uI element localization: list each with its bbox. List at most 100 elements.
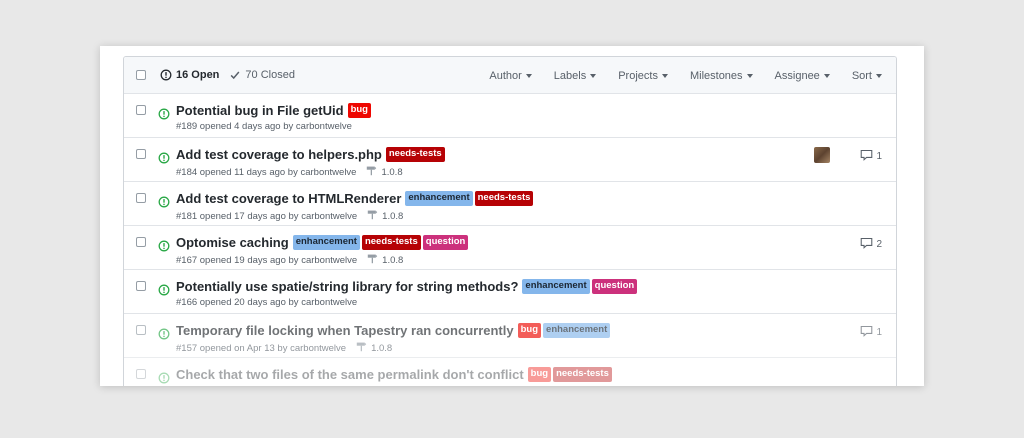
issue-meta: #167 opened 19 days ago by carbontwelve 1… xyxy=(176,253,403,267)
issue-milestone[interactable]: 1.0.8 xyxy=(367,209,403,223)
issue-meta-text: #181 opened 17 days ago by carbontwelve xyxy=(176,210,358,222)
label-bug[interactable]: bug xyxy=(527,367,552,382)
issue-checkbox[interactable] xyxy=(136,325,146,335)
issue-title-line: Optomise caching enhancement needs-tests qu… xyxy=(176,235,469,250)
closed-count-label: 70 Closed xyxy=(245,69,295,81)
issue-title-line: Check that two files of the same permali… xyxy=(176,367,612,382)
issue-title-link[interactable]: Temporary file locking when Tapestry ran… xyxy=(176,323,514,338)
issue-meta: #166 opened 20 days ago by carbontwelve xyxy=(176,297,357,308)
assignee-avatar[interactable] xyxy=(814,147,830,163)
issue-opened-icon xyxy=(160,69,172,81)
milestone-icon xyxy=(367,209,382,223)
label-needs-tests[interactable]: needs-tests xyxy=(553,367,612,382)
issue-meta-text: #166 opened 20 days ago by carbontwelve xyxy=(176,297,358,308)
issue-checkbox[interactable] xyxy=(136,149,146,159)
label-needs-tests[interactable]: needs-tests xyxy=(361,235,421,250)
open-issues-filter[interactable]: 16 Open xyxy=(160,69,219,81)
label-enhancement[interactable]: enhancement xyxy=(292,235,360,250)
issues-list: 16 Open 70 Closed Author Labels Projects… xyxy=(123,56,897,386)
issue-checkbox[interactable] xyxy=(136,237,146,247)
issue-row[interactable]: Potentially use spatie/string library fo… xyxy=(124,270,896,314)
milestone-label: 1.0.8 xyxy=(371,342,393,354)
issue-title-link[interactable]: Potentially use spatie/string library fo… xyxy=(176,279,518,294)
milestone-label: 1.0.8 xyxy=(382,210,404,222)
issue-rows: Potential bug in File getUid bug #189 open… xyxy=(124,94,896,386)
issue-title-link[interactable]: Optomise caching xyxy=(176,235,289,250)
issue-row[interactable]: Add test coverage to HTMLRenderer enhance… xyxy=(124,182,896,226)
filter-sort-label: Sort xyxy=(851,69,872,82)
issue-row[interactable]: Check that two files of the same permali… xyxy=(124,358,896,386)
issue-title-link[interactable]: Add test coverage to helpers.php xyxy=(176,147,382,162)
label-question[interactable]: question xyxy=(422,235,469,250)
select-all-checkbox[interactable] xyxy=(136,70,146,80)
label-bug[interactable]: bug xyxy=(517,323,542,338)
milestone-label: 1.0.8 xyxy=(381,166,403,178)
issue-title-line: Add test coverage to HTMLRenderer enhance… xyxy=(176,191,534,206)
caret-down-icon xyxy=(661,73,668,78)
filter-sort[interactable]: Sort xyxy=(852,70,882,82)
filter-menu: Author Labels Projects Milestones Assign… xyxy=(489,57,896,94)
filter-projects-label: Projects xyxy=(618,69,658,82)
comment-count: 1 xyxy=(876,151,882,162)
filter-projects[interactable]: Projects xyxy=(618,70,668,82)
comments-link[interactable]: 2 xyxy=(860,237,882,252)
issue-meta-text: #157 opened on Apr 13 by carbontwelve xyxy=(176,342,347,354)
comment-icon xyxy=(860,325,876,340)
issue-checkbox[interactable] xyxy=(136,369,146,379)
issue-row[interactable]: Add test coverage to helpers.php needs-te… xyxy=(124,138,896,182)
issue-checkbox[interactable] xyxy=(136,281,146,291)
issues-card: 16 Open 70 Closed Author Labels Projects… xyxy=(100,46,924,386)
filter-author[interactable]: Author xyxy=(489,69,532,82)
issue-opened-icon xyxy=(158,371,170,386)
issue-opened-icon xyxy=(158,151,170,169)
comments-link[interactable]: 1 xyxy=(860,325,882,340)
filter-milestones[interactable]: Milestones xyxy=(690,70,753,82)
issue-milestone[interactable]: 1.0.8 xyxy=(356,341,392,355)
issue-checkbox[interactable] xyxy=(136,193,146,203)
label-bug[interactable]: bug xyxy=(347,103,371,118)
filter-author-label: Author xyxy=(489,69,522,82)
label-question[interactable]: question xyxy=(591,279,638,294)
milestone-icon xyxy=(367,253,382,267)
caret-down-icon xyxy=(590,73,597,78)
issue-row[interactable]: Potential bug in File getUid bug #189 open… xyxy=(124,94,896,138)
label-needs-tests[interactable]: needs-tests xyxy=(474,191,534,206)
issue-title-link[interactable]: Check that two files of the same permali… xyxy=(176,367,524,382)
issue-meta-text: #184 opened 11 days ago by carbontwelve xyxy=(176,166,357,178)
issue-opened-icon xyxy=(158,327,170,345)
issue-title-link[interactable]: Potential bug in File getUid xyxy=(176,103,344,118)
issue-row[interactable]: Optomise caching enhancement needs-tests qu… xyxy=(124,226,896,270)
issue-title-line: Temporary file locking when Tapestry ran… xyxy=(176,323,611,338)
check-icon xyxy=(231,71,240,80)
label-enhancement[interactable]: enhancement xyxy=(543,323,611,338)
label-needs-tests[interactable]: needs-tests xyxy=(385,147,445,162)
caret-down-icon xyxy=(876,73,882,78)
issue-row[interactable]: Temporary file locking when Tapestry ran… xyxy=(124,314,896,358)
filter-milestones-label: Milestones xyxy=(689,69,743,82)
issue-milestone[interactable]: 1.0.8 xyxy=(367,253,403,267)
issue-meta: #189 opened 4 days ago by carbontwelve xyxy=(176,121,352,132)
label-enhancement[interactable]: enhancement xyxy=(405,191,473,206)
issue-opened-icon xyxy=(158,283,170,301)
filter-assignee[interactable]: Assignee xyxy=(775,70,830,82)
comment-count: 1 xyxy=(876,327,882,338)
label-enhancement[interactable]: enhancement xyxy=(522,279,590,294)
issue-checkbox[interactable] xyxy=(136,105,146,115)
issue-meta-text: #167 opened 19 days ago by carbontwelve xyxy=(176,254,358,266)
comment-icon xyxy=(860,149,876,164)
comment-icon xyxy=(860,237,876,252)
issue-opened-icon xyxy=(158,195,170,213)
issue-title-line: Add test coverage to helpers.php needs-te… xyxy=(176,147,445,162)
filter-labels[interactable]: Labels xyxy=(554,70,597,82)
milestone-icon xyxy=(366,165,381,179)
comments-link[interactable]: 1 xyxy=(860,149,882,164)
issue-milestone[interactable]: 1.0.8 xyxy=(366,165,403,179)
open-count-label: 16 Open xyxy=(176,69,220,81)
issue-opened-icon xyxy=(158,107,170,125)
issue-meta: #157 opened on Apr 13 by carbontwelve 1.0… xyxy=(176,341,392,355)
issue-meta-text: #189 opened 4 days ago by carbontwelve xyxy=(176,121,352,132)
issues-list-header: 16 Open 70 Closed Author Labels Projects… xyxy=(124,57,896,94)
caret-down-icon xyxy=(746,73,753,78)
issue-title-link[interactable]: Add test coverage to HTMLRenderer xyxy=(176,191,401,206)
closed-issues-filter[interactable]: 70 Closed xyxy=(229,69,295,81)
